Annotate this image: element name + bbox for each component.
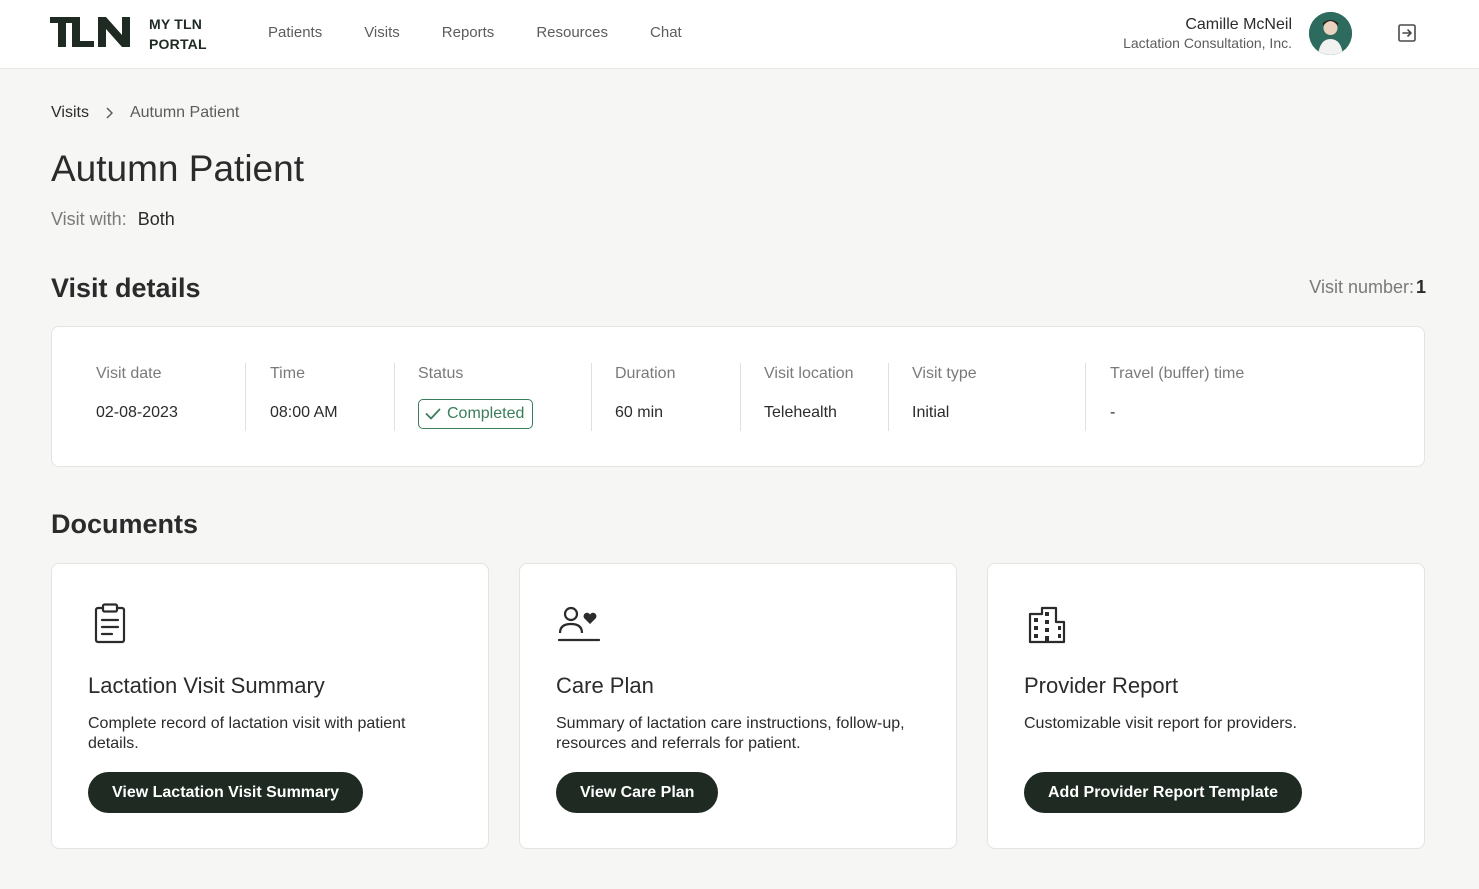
breadcrumb-current: Autumn Patient: [129, 104, 240, 121]
portal-name-line2: PORTAL: [149, 36, 207, 52]
visit-date-label: Visit date: [96, 365, 162, 382]
visit-type-label: Visit type: [912, 365, 977, 382]
visit-details-card: Visit date 02-08-2023 Time 08:00 AM Stat…: [51, 326, 1425, 467]
person-heart-icon: [557, 606, 600, 642]
visit-type-column: Visit type Initial: [888, 363, 1085, 431]
visit-number-value: 1: [1415, 277, 1426, 297]
nav-chat[interactable]: Chat: [650, 24, 682, 41]
care-plan-card: Care Plan Summary of lactation care inst…: [519, 563, 957, 849]
travel-time-value: -: [1110, 404, 1116, 421]
breadcrumb: Visits Autumn Patient: [51, 104, 239, 122]
status-column: Status Completed: [394, 363, 591, 431]
visit-location-value: Telehealth: [764, 404, 837, 421]
visit-with-value: Both: [137, 209, 175, 229]
tln-logo-icon[interactable]: [50, 15, 130, 49]
care-plan-description: Summary of lactation care instructions, …: [556, 715, 905, 752]
visit-location-label: Visit location: [764, 365, 854, 382]
visit-details-heading: Visit details: [51, 273, 201, 303]
breadcrumb-visits-link[interactable]: Visits: [51, 104, 89, 122]
visit-date-value: 02-08-2023: [96, 404, 178, 421]
visit-date-column: Visit date 02-08-2023: [96, 363, 246, 431]
logout-icon[interactable]: [1396, 22, 1418, 44]
view-lactation-visit-summary-button[interactable]: View Lactation Visit Summary: [88, 772, 364, 813]
nav-patients[interactable]: Patients: [268, 24, 322, 41]
duration-value: 60 min: [615, 404, 664, 421]
lactation-visit-summary-title: Lactation Visit Summary: [88, 673, 325, 698]
add-provider-report-template-button[interactable]: Add Provider Report Template: [1024, 772, 1302, 813]
provider-report-title: Provider Report: [1024, 673, 1179, 698]
portal-name-line1: MY TLN: [149, 16, 203, 32]
travel-time-label: Travel (buffer) time: [1110, 365, 1245, 382]
avatar-person-icon: [1309, 12, 1352, 55]
provider-report-card: Provider Report Customizable visit repor…: [987, 563, 1425, 849]
user-name: Camille McNeil: [1185, 16, 1292, 33]
duration-column: Duration 60 min: [591, 363, 740, 431]
time-column: Time 08:00 AM: [245, 363, 394, 431]
lactation-visit-summary-card: Lactation Visit Summary Complete record …: [51, 563, 489, 849]
avatar[interactable]: [1309, 12, 1352, 55]
view-care-plan-button[interactable]: View Care Plan: [556, 772, 719, 813]
clipboard-icon: [94, 603, 126, 644]
page-title: Autumn Patient: [51, 148, 304, 189]
chevron-right-icon: [106, 107, 113, 119]
top-navigation-bar: MY TLN PORTAL Patients Visits Reports Re…: [0, 0, 1479, 69]
nav-resources[interactable]: Resources: [536, 24, 608, 41]
user-organization: Lactation Consultation, Inc.: [1123, 35, 1292, 51]
nav-reports[interactable]: Reports: [442, 24, 495, 41]
main-nav: Patients Visits Reports Resources Chat: [268, 24, 724, 41]
nav-visits[interactable]: Visits: [364, 24, 400, 41]
duration-label: Duration: [615, 365, 676, 382]
check-icon: [425, 408, 441, 420]
time-value: 08:00 AM: [270, 404, 338, 421]
visit-type-value: Initial: [912, 404, 950, 421]
visit-with-label: Visit with:: [51, 209, 127, 229]
visit-with: Visit with: Both: [51, 209, 175, 230]
status-badge: Completed: [418, 399, 534, 429]
portal-name: MY TLN PORTAL: [149, 14, 207, 54]
provider-report-description: Customizable visit report for providers.: [1024, 715, 1297, 732]
care-plan-title: Care Plan: [556, 673, 654, 698]
status-label: Status: [418, 365, 464, 382]
documents-heading: Documents: [51, 509, 199, 539]
user-info: Camille McNeil Lactation Consultation, I…: [1123, 15, 1292, 52]
travel-time-column: Travel (buffer) time -: [1085, 363, 1385, 431]
building-icon: [1028, 606, 1066, 644]
lactation-visit-summary-description: Complete record of lactation visit with …: [88, 715, 406, 752]
time-label: Time: [270, 365, 305, 382]
status-value: Completed: [447, 405, 525, 422]
visit-number-label: Visit number:: [1309, 277, 1414, 297]
visit-location-column: Visit location Telehealth: [740, 363, 888, 431]
visit-number: Visit number: 1: [1309, 277, 1426, 298]
